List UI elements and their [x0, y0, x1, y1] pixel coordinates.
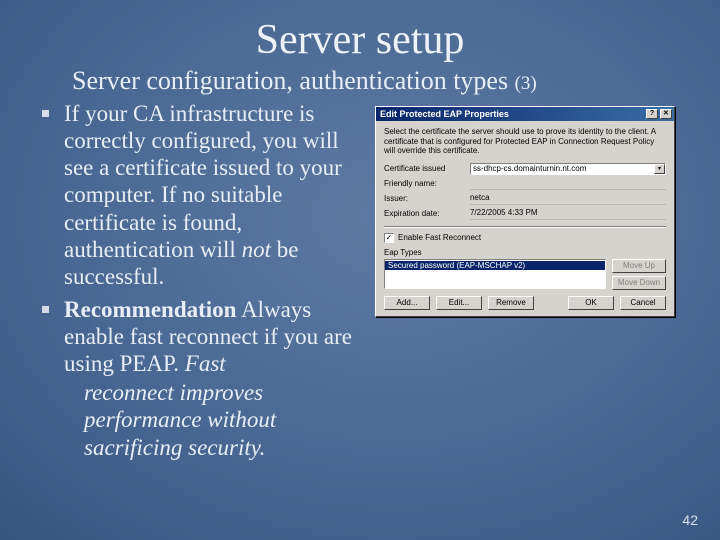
dialog-description: Select the certificate the server should… — [384, 127, 666, 156]
move-up-button[interactable]: Move Up — [612, 259, 666, 273]
right-column: Edit Protected EAP Properties ? ✕ Select… — [375, 100, 702, 461]
bullet-item: If your CA infrastructure is correctly c… — [38, 100, 367, 290]
subtitle-text: Server configuration, authentication typ… — [72, 66, 515, 95]
edit-button[interactable]: Edit... — [436, 296, 482, 310]
help-button[interactable]: ? — [646, 109, 658, 119]
dialog-title: Edit Protected EAP Properties — [380, 109, 509, 119]
slide: Server setup Server configuration, authe… — [0, 0, 720, 540]
slide-title: Server setup — [18, 16, 702, 64]
spacer — [540, 296, 562, 310]
eap-types-selected[interactable]: Secured password (EAP-MSCHAP v2) — [385, 261, 605, 270]
expiration-value: 7/22/2005 4:33 PM — [470, 208, 666, 220]
friendly-name-label: Friendly name: — [384, 179, 470, 188]
move-buttons: Move Up Move Down — [612, 259, 666, 290]
content-columns: If your CA infrastructure is correctly c… — [38, 100, 702, 461]
friendly-name-value — [470, 178, 666, 190]
move-down-button[interactable]: Move Down — [612, 276, 666, 290]
issuer-row: Issuer: netca — [384, 192, 666, 206]
friendly-name-row: Friendly name: — [384, 177, 666, 191]
bullet-list: If your CA infrastructure is correctly c… — [38, 100, 367, 377]
eap-types-area: Secured password (EAP-MSCHAP v2) Move Up… — [384, 259, 666, 290]
slide-subtitle: Server configuration, authentication typ… — [72, 66, 702, 96]
cert-issued-row: Certificate issued ss-dhcp-cs.domainturn… — [384, 162, 666, 176]
left-column: If your CA infrastructure is correctly c… — [38, 100, 367, 461]
subtitle-part: (3) — [515, 73, 537, 94]
bullet-text: If your CA infrastructure is correctly c… — [64, 101, 342, 262]
fast-reconnect-label: Enable Fast Reconnect — [398, 233, 481, 242]
dialog-titlebar[interactable]: Edit Protected EAP Properties ? ✕ — [376, 107, 674, 121]
bullet-trailing-italic: reconnect improves performance without s… — [84, 379, 367, 460]
page-number: 42 — [682, 512, 698, 528]
dialog-body: Select the certificate the server should… — [376, 121, 674, 316]
expiration-label: Expiration date: — [384, 209, 470, 218]
issuer-label: Issuer: — [384, 194, 470, 203]
expiration-row: Expiration date: 7/22/2005 4:33 PM — [384, 207, 666, 221]
bullet-italic: not — [242, 237, 271, 262]
ok-button[interactable]: OK — [568, 296, 614, 310]
cert-issued-combo[interactable]: ss-dhcp-cs.domainturnin.nt.com ▾ — [470, 163, 666, 175]
eap-types-listbox[interactable]: Secured password (EAP-MSCHAP v2) — [384, 259, 606, 289]
fast-reconnect-checkbox[interactable]: ✓ — [384, 233, 394, 243]
divider — [384, 226, 666, 228]
chevron-down-icon[interactable]: ▾ — [654, 164, 665, 174]
bullet-item: Recommendation Always enable fast reconn… — [38, 296, 367, 377]
cancel-button[interactable]: Cancel — [620, 296, 666, 310]
peap-properties-dialog: Edit Protected EAP Properties ? ✕ Select… — [375, 106, 675, 317]
eap-types-label: Eap Types — [384, 248, 666, 257]
remove-button[interactable]: Remove — [488, 296, 534, 310]
bullet-bold: Recommendation — [64, 297, 236, 322]
bullet-italic: Fast — [185, 351, 226, 376]
fast-reconnect-row: ✓ Enable Fast Reconnect — [384, 233, 666, 243]
cert-issued-value: ss-dhcp-cs.domainturnin.nt.com — [473, 164, 586, 173]
close-button[interactable]: ✕ — [660, 109, 672, 119]
issuer-value: netca — [470, 193, 666, 205]
dialog-button-row: Add... Edit... Remove OK Cancel — [384, 296, 666, 310]
add-button[interactable]: Add... — [384, 296, 430, 310]
window-controls: ? ✕ — [646, 109, 672, 119]
cert-issued-label: Certificate issued — [384, 164, 470, 173]
